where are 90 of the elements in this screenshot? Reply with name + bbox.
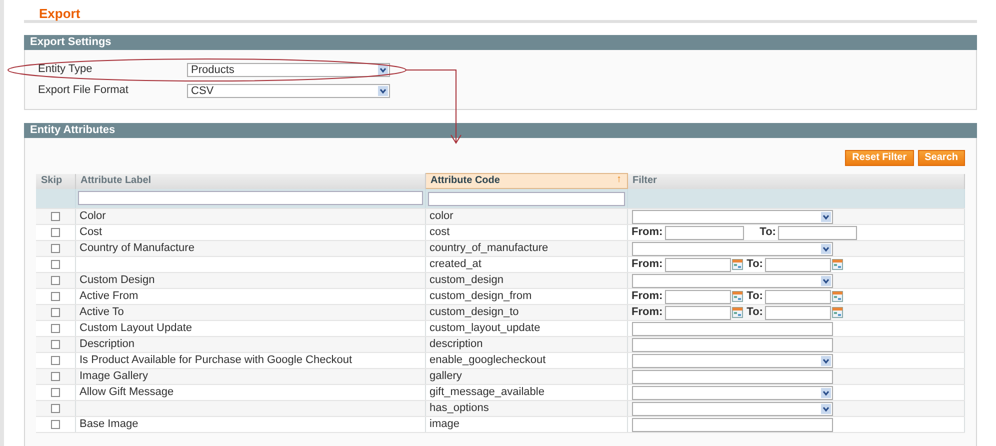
dropdown[interactable]: Products [187, 62, 390, 76]
filter-input[interactable] [428, 192, 624, 206]
to-input[interactable] [764, 258, 831, 272]
filter-input[interactable] [632, 338, 832, 352]
to-input[interactable] [764, 290, 831, 304]
dropdown[interactable]: CSV [187, 84, 390, 98]
from-input[interactable] [664, 226, 744, 240]
checkbox[interactable] [50, 388, 60, 397]
section-title: Entity Attributes [30, 123, 116, 138]
calendar-icon[interactable] [732, 259, 743, 270]
dropdown-arrow-icon[interactable] [378, 86, 388, 96]
calendar-icon[interactable] [832, 291, 843, 302]
attribute-label: Custom Design [80, 274, 155, 286]
filter-button[interactable]: Reset Filter [845, 150, 914, 166]
from-label: From: [632, 306, 663, 319]
filter-input[interactable] [632, 322, 832, 336]
attribute-code: has_options [430, 402, 489, 414]
attribute-code: enable_googlecheckout [430, 354, 546, 366]
attribute-label: Custom Layout Update [80, 322, 192, 334]
attribute-label: Active To [80, 306, 124, 318]
checkbox[interactable] [50, 420, 60, 429]
attribute-code: cost [430, 226, 450, 238]
page-title: Export [39, 6, 80, 21]
checkbox[interactable] [50, 324, 60, 333]
checkbox[interactable] [50, 404, 60, 413]
attribute-label: Base Image [80, 418, 138, 430]
from-label: From: [632, 226, 663, 239]
checkbox[interactable] [50, 260, 60, 269]
dropdown-arrow-icon[interactable] [820, 244, 830, 254]
attribute-label: Description [80, 338, 135, 350]
to-label: To: [746, 290, 763, 303]
to-input[interactable] [764, 306, 831, 320]
attribute-code: custom_design_to [430, 306, 519, 318]
dropdown-arrow-icon[interactable] [820, 212, 830, 222]
attribute-code: description [430, 338, 483, 350]
column-header[interactable]: Attribute Label [75, 174, 425, 188]
attribute-label: Image Gallery [80, 370, 148, 382]
dropdown-arrow-icon[interactable] [820, 276, 830, 286]
attribute-code: gift_message_available [430, 386, 544, 398]
attribute-label: Active From [80, 290, 138, 302]
checkbox[interactable] [50, 292, 60, 301]
filter-input[interactable] [632, 370, 832, 384]
column-header[interactable]: Skip [36, 174, 75, 188]
calendar-icon[interactable] [732, 307, 743, 318]
filter-input[interactable] [78, 191, 422, 206]
from-input[interactable] [664, 290, 731, 304]
field-label: Entity Type [38, 62, 94, 76]
checkbox[interactable] [50, 228, 60, 237]
attribute-code: custom_layout_update [430, 322, 540, 334]
attribute-label: Is Product Available for Purchase with Google Checkout [80, 354, 352, 366]
filter-input[interactable] [632, 418, 832, 432]
attribute-code: gallery [430, 370, 462, 382]
section-title: Export Settings [30, 35, 112, 50]
checkbox[interactable] [50, 356, 60, 365]
from-label: From: [632, 290, 663, 303]
attribute-code: color [430, 210, 454, 222]
checkbox[interactable] [50, 340, 60, 349]
attribute-code: custom_design_from [430, 290, 532, 302]
calendar-icon[interactable] [832, 259, 843, 270]
attribute-code: custom_design [430, 274, 504, 286]
checkbox[interactable] [50, 308, 60, 317]
attribute-label: Allow Gift Message [80, 386, 174, 398]
to-label: To: [760, 226, 776, 239]
attribute-code: image [430, 418, 460, 430]
sort-arrow-icon: ↑ [616, 174, 622, 186]
attribute-label: Country of Manufacture [80, 242, 194, 254]
attribute-code: country_of_manufacture [430, 242, 548, 254]
dropdown-arrow-icon[interactable] [820, 388, 830, 398]
attribute-code: created_at [430, 258, 482, 270]
from-input[interactable] [664, 306, 731, 320]
dropdown-arrow-icon[interactable] [820, 404, 830, 414]
checkbox[interactable] [50, 372, 60, 381]
checkbox[interactable] [50, 276, 60, 285]
checkbox[interactable] [50, 212, 60, 221]
column-header[interactable]: Filter [627, 174, 964, 188]
dropdown-arrow-icon[interactable] [378, 64, 388, 74]
calendar-icon[interactable] [732, 291, 743, 302]
filter-button[interactable]: Search [918, 150, 965, 166]
column-header[interactable]: Attribute Code ↑ [425, 174, 627, 188]
field-label: Export File Format [38, 84, 130, 98]
calendar-icon[interactable] [832, 307, 843, 318]
from-label: From: [632, 258, 663, 271]
checkbox[interactable] [50, 244, 60, 253]
attribute-label: Color [80, 210, 106, 222]
to-input[interactable] [778, 226, 857, 240]
attribute-label: Cost [80, 226, 102, 238]
to-label: To: [746, 258, 763, 271]
from-input[interactable] [664, 258, 731, 272]
to-label: To: [746, 306, 763, 319]
dropdown-arrow-icon[interactable] [820, 356, 830, 366]
